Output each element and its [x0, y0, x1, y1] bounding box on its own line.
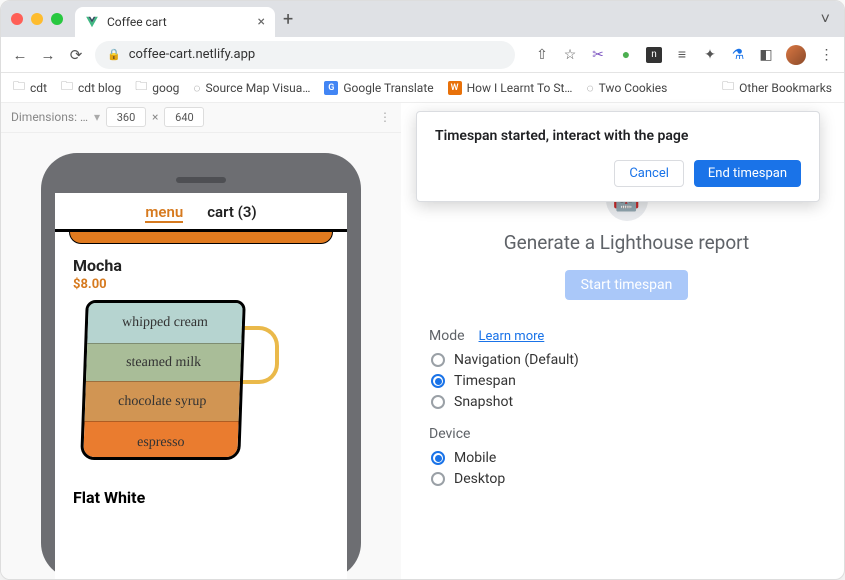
radio-icon [431, 395, 445, 409]
url-text: coffee-cart.netlify.app [129, 47, 256, 62]
phone-frame: menu cart (3) Mocha $8.00 whipped cream … [41, 153, 361, 579]
layer-chocolate-syrup: chocolate syrup [85, 381, 240, 421]
title-bar: Coffee cart × + ˅ [1, 1, 844, 37]
device-section: Device [429, 426, 824, 442]
graph-extension-icon[interactable]: ≡ [674, 47, 690, 63]
side-panel-icon[interactable]: ◧ [758, 47, 774, 63]
cancel-button[interactable]: Cancel [614, 160, 684, 187]
banner-stripe [69, 232, 333, 244]
profile-avatar[interactable] [786, 45, 806, 65]
mug-body: whipped cream steamed milk chocolate syr… [80, 300, 246, 460]
device-mobile[interactable]: Mobile [431, 450, 824, 466]
maximize-window-button[interactable] [51, 13, 63, 25]
product-flat-white[interactable]: Flat White [55, 482, 347, 513]
mode-navigation[interactable]: Navigation (Default) [431, 352, 824, 368]
window-controls [11, 13, 63, 25]
bookmark-source-map[interactable]: ◌Source Map Visua… [193, 81, 310, 95]
browser-tab[interactable]: Coffee cart × [75, 7, 275, 37]
radio-icon [431, 374, 445, 388]
dimensions-toolbar: Dimensions: … ▾ × ⋮ [1, 103, 401, 133]
phone-screen[interactable]: menu cart (3) Mocha $8.00 whipped cream … [55, 193, 347, 580]
address-bar[interactable]: 🔒 coffee-cart.netlify.app [95, 41, 515, 69]
timespan-modal: Timespan started, interact with the page… [416, 111, 820, 202]
start-timespan-button[interactable]: Start timespan [565, 270, 689, 300]
dimensions-sep: × [152, 110, 158, 124]
bookmark-cdt[interactable]: 🗀cdt [13, 77, 47, 98]
modal-buttons: Cancel End timespan [435, 160, 801, 187]
bookmark-how-i-learnt[interactable]: WHow I Learnt To St… [448, 81, 573, 95]
product-price: $8.00 [73, 277, 329, 292]
browser-window: Coffee cart × + ˅ ← → ⟳ 🔒 coffee-cart.ne… [0, 0, 845, 580]
forward-button[interactable]: → [39, 46, 57, 64]
device-label: Device [429, 426, 470, 442]
product-name: Mocha [73, 256, 329, 275]
height-input[interactable] [164, 107, 204, 127]
device-preview-panel: Dimensions: … ▾ × ⋮ menu cart (3) [1, 103, 401, 579]
mug-handle [239, 326, 279, 384]
bookmark-cdt-blog[interactable]: 🗀cdt blog [61, 77, 121, 98]
cart-link[interactable]: cart (3) [207, 203, 256, 223]
globe-icon: ◌ [586, 81, 593, 95]
bookmark-two-cookies[interactable]: ◌Two Cookies [586, 81, 667, 95]
app-nav: menu cart (3) [55, 193, 347, 229]
bookmark-goog[interactable]: 🗀goog [135, 77, 179, 98]
lighthouse-title: Generate a Lighthouse report [429, 231, 824, 254]
mode-snapshot[interactable]: Snapshot [431, 394, 824, 410]
dimensions-label[interactable]: Dimensions: … [11, 110, 88, 124]
mug-illustration: whipped cream steamed milk chocolate syr… [83, 300, 283, 470]
globe-icon: ◌ [193, 81, 200, 95]
layer-espresso: espresso [83, 421, 238, 460]
learn-more-link[interactable]: Learn more [479, 329, 545, 344]
tabs-dropdown-icon[interactable]: ˅ [821, 9, 830, 29]
folder-icon: 🗀 [61, 77, 73, 98]
end-timespan-button[interactable]: End timespan [694, 160, 801, 187]
notion-extension-icon[interactable]: n [646, 47, 662, 63]
radio-icon [431, 451, 445, 465]
bookmark-star-icon[interactable]: ☆ [562, 47, 578, 63]
mode-section: Mode Learn more [429, 328, 824, 344]
close-tab-button[interactable]: × [258, 14, 265, 30]
minimize-window-button[interactable] [31, 13, 43, 25]
nav-toolbar: ← → ⟳ 🔒 coffee-cart.netlify.app ⇧ ☆ ✂ ● … [1, 37, 844, 73]
lock-icon: 🔒 [107, 48, 121, 61]
share-icon[interactable]: ⇧ [534, 47, 550, 63]
layer-steamed-milk: steamed milk [86, 343, 241, 381]
toolbar-right: ⇧ ☆ ✂ ● n ≡ ✦ ⚗ ◧ ⋮ [534, 45, 834, 65]
mode-label: Mode [429, 328, 465, 344]
radio-icon [431, 472, 445, 486]
product-name: Flat White [73, 488, 329, 507]
width-input[interactable] [106, 107, 146, 127]
product-mocha[interactable]: Mocha $8.00 whipped cream steamed milk c… [55, 244, 347, 482]
bookmark-google-translate[interactable]: GGoogle Translate [324, 81, 433, 95]
device-toolbar-menu-icon[interactable]: ⋮ [379, 110, 391, 124]
scissors-extension-icon[interactable]: ✂ [590, 47, 606, 63]
layer-whipped-cream: whipped cream [87, 303, 242, 343]
menu-link[interactable]: menu [145, 203, 183, 223]
vue-favicon-icon [85, 15, 99, 29]
green-extension-icon[interactable]: ● [618, 47, 634, 63]
device-desktop[interactable]: Desktop [431, 471, 824, 487]
new-tab-button[interactable]: + [283, 9, 293, 30]
translate-icon: G [324, 81, 338, 95]
other-bookmarks[interactable]: 🗀Other Bookmarks [722, 77, 832, 98]
reload-button[interactable]: ⟳ [67, 46, 85, 64]
folder-icon: 🗀 [135, 77, 147, 98]
mode-timespan[interactable]: Timespan [431, 373, 824, 389]
chrome-menu-icon[interactable]: ⋮ [818, 47, 834, 63]
close-window-button[interactable] [11, 13, 23, 25]
phone-speaker [176, 177, 226, 183]
w-icon: W [448, 81, 462, 95]
modal-message: Timespan started, interact with the page [435, 128, 801, 144]
radio-icon [431, 353, 445, 367]
folder-icon: 🗀 [13, 77, 25, 98]
labs-flask-icon[interactable]: ⚗ [730, 47, 746, 63]
back-button[interactable]: ← [11, 46, 29, 64]
bookmarks-bar: 🗀cdt 🗀cdt blog 🗀goog ◌Source Map Visua… … [1, 73, 844, 103]
extensions-puzzle-icon[interactable]: ✦ [702, 47, 718, 63]
folder-icon: 🗀 [722, 77, 734, 98]
tab-title: Coffee cart [107, 15, 167, 29]
